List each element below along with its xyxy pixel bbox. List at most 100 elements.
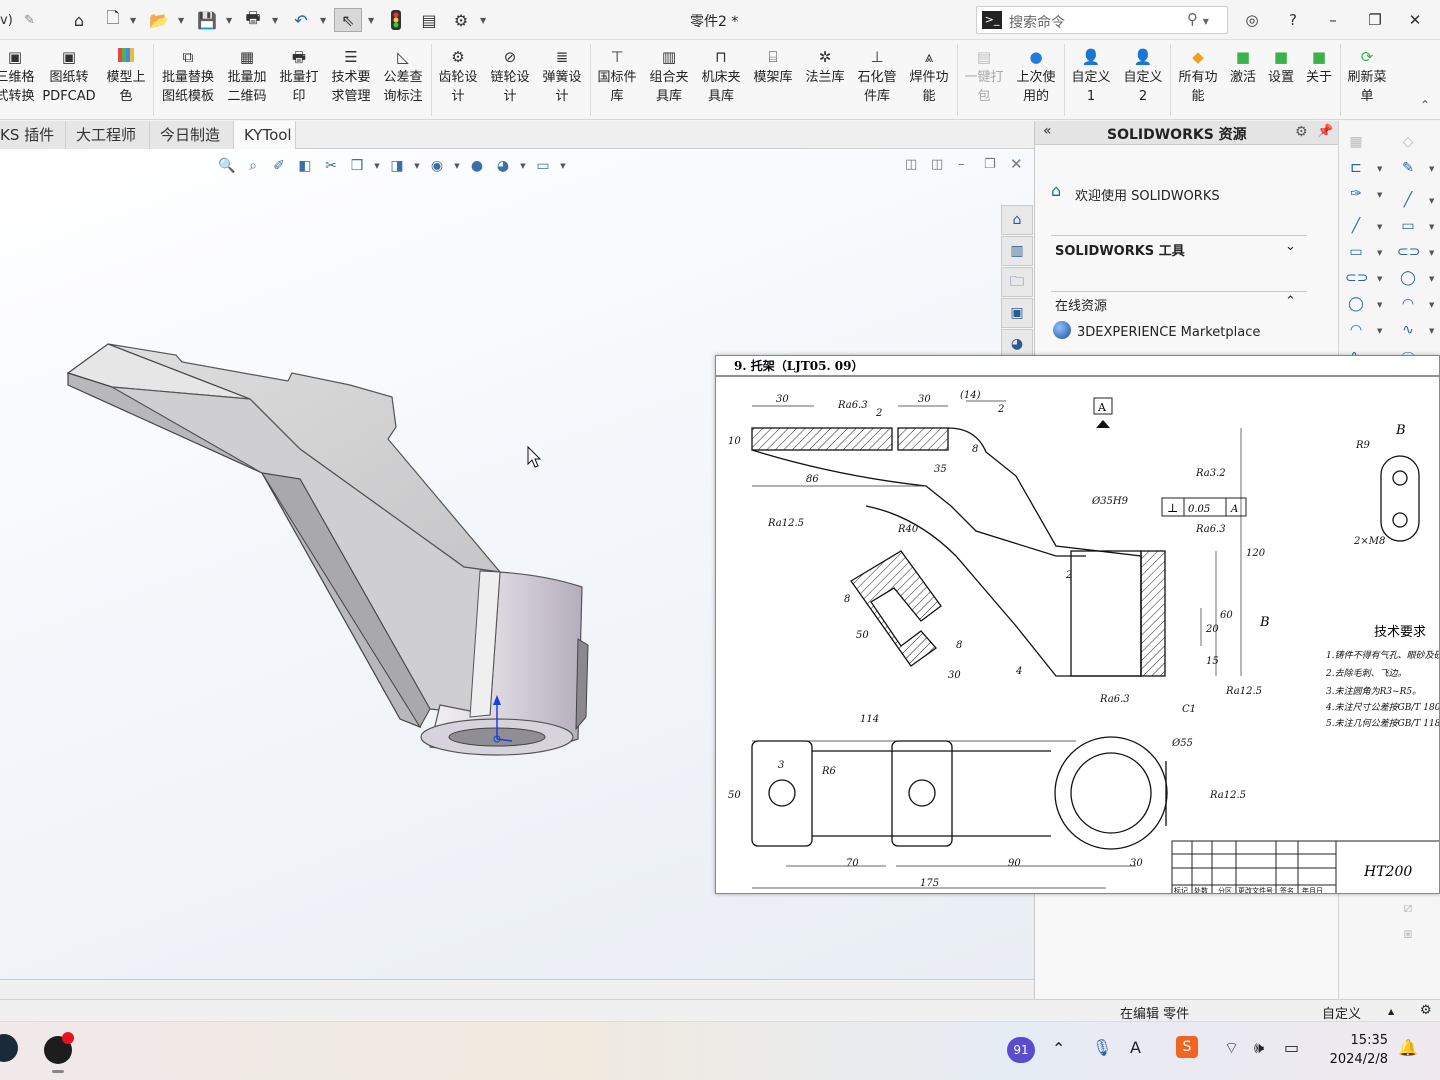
chevron-down-icon[interactable]: ▼ [368,8,374,32]
chevron-down-icon[interactable]: ▼ [1429,223,1434,231]
ribbon-button-all-functions[interactable]: ◆ 所有功能 [1174,46,1222,106]
ribbon-button-mold-base[interactable]: ⌸ 模架库 [748,46,798,87]
ribbon-button-activate[interactable]: ■ 激活 [1224,46,1262,87]
chevron-down-icon[interactable]: ▼ [130,8,136,32]
chevron-down-icon[interactable]: ▼ [1377,223,1382,231]
chevron-up-icon[interactable]: ⌃ [1052,1039,1065,1058]
help-icon[interactable]: ? [1278,8,1308,32]
online-section-header[interactable]: 在线资源 [1055,295,1107,314]
arc-icon[interactable]: ◠ [1345,319,1367,341]
ime-icon[interactable]: A [1130,1038,1141,1057]
horizontal-scrollbar[interactable] [0,979,1034,999]
print-icon[interactable]: 🖶 [242,8,264,32]
spline-icon[interactable]: ∿ [1397,319,1419,341]
ribbon-button-batch-template[interactable]: ⧉ 批量替换 图纸模板 [158,46,218,106]
search-icon[interactable]: ⚲ ▼ [1187,10,1209,28]
ribbon-button-tolerance-query[interactable]: ◺ 公差查 询标注 [378,46,428,106]
chevron-up-icon[interactable]: ⌃ [1285,294,1296,309]
design-library-icon[interactable]: ▥ [1001,236,1033,266]
ribbon-button-gear-design[interactable]: ⚙ 齿轮设计 [434,46,482,106]
chevron-down-icon[interactable]: ▼ [178,8,184,32]
battery-icon[interactable]: ▭ [1284,1038,1299,1057]
tools-section-header[interactable]: SOLIDWORKS 工具 [1055,240,1185,259]
chevron-down-icon[interactable]: ▼ [1377,249,1382,257]
new-file-icon[interactable]: 🗋 [102,8,124,32]
ribbon-button-machine-fixture[interactable]: ⊓ 机床夹 具库 [696,46,746,106]
file-properties-icon[interactable]: ▤ [418,8,440,32]
ribbon-button-batch-qrcode[interactable]: ▦ 批量加 二维码 [222,46,272,106]
traffic-light-icon[interactable] [386,8,406,32]
chevron-down-icon[interactable]: ▼ [1377,301,1382,309]
ribbon-button-custom-1[interactable]: 👤 自定义 1 [1068,46,1114,106]
ribbon-button-refresh-menu[interactable]: ⟳ 刷新菜单 [1344,46,1390,106]
view-palette-icon[interactable]: ▣ [1001,298,1033,328]
trim-icon[interactable]: ✎ [1397,157,1419,179]
chevron-down-icon[interactable]: ▼ [272,8,278,32]
collapse-pane-icon[interactable]: « [1043,123,1052,139]
chevron-down-icon[interactable]: ▼ [1429,249,1434,257]
pattern-icon[interactable]: ⧆ [1397,923,1419,945]
ribbon-button-flange[interactable]: ✲ 法兰库 [800,46,850,87]
marketplace-link[interactable]: 3DEXPERIENCE Marketplace [1077,325,1260,340]
ribbon-button-format-convert[interactable]: ▣ 三维格 式转换 [0,46,36,106]
pin-icon[interactable]: ✎ [24,8,35,32]
chevron-down-icon[interactable]: ▼ [1429,197,1434,205]
home-icon[interactable]: ⌂ [68,8,90,32]
units-custom-status[interactable]: 自定义 [1322,1003,1361,1022]
undo-icon[interactable]: ↶ [290,8,312,32]
chevron-down-icon[interactable]: ▼ [1429,275,1434,283]
welcome-link[interactable]: 欢迎使用 SOLIDWORKS [1075,185,1220,204]
app-badge[interactable]: 91 [1007,1037,1035,1063]
search-command-input[interactable]: >_ 搜索命令 ⚲ ▼ [976,6,1228,34]
offset-icon[interactable]: ✑ [1345,183,1367,205]
chevron-down-icon[interactable]: ▼ [1429,301,1434,309]
home-icon[interactable]: ⌂ [1001,205,1033,235]
chevron-up-icon[interactable]: ▲ [1388,1007,1394,1016]
wps-icon[interactable]: S [1176,1036,1198,1058]
line-tool-icon[interactable]: ╱ [1345,215,1367,237]
chevron-down-icon[interactable]: ▼ [1377,191,1382,199]
rectangle-icon[interactable]: ▭ [1345,241,1367,263]
ribbon-button-about[interactable]: ■ 关于 [1300,46,1338,87]
rebuild-icon[interactable]: ⚙ [1420,1003,1432,1018]
collapse-ribbon-icon[interactable]: ⌃ [1420,98,1430,112]
line-tool-icon[interactable]: ╱ [1397,189,1419,211]
close-button[interactable]: ✕ [1400,8,1430,32]
options-gear-icon[interactable]: ⚙ [450,8,472,32]
restore-button[interactable]: ❐ [1360,8,1390,32]
ribbon-button-pack[interactable]: ▤ 一键打包 [960,46,1008,106]
ribbon-button-model-color[interactable]: 模型上色 [102,46,150,106]
select-pointer-icon[interactable]: ⇖ [334,8,362,32]
ribbon-button-petro-pipe[interactable]: ⊥ 石化管 件库 [852,46,902,106]
ribbon-button-pdfcad[interactable]: ▣ 图纸转 PDFCAD [40,46,98,106]
pin-icon[interactable]: 📌 [1317,124,1333,139]
chevron-down-icon[interactable]: ▼ [226,8,232,32]
ribbon-button-weldment[interactable]: ⩓ 焊件功能 [904,46,954,106]
minimize-button[interactable]: – [1318,8,1348,32]
gear-icon[interactable]: ⚙ [1295,124,1308,140]
system-clock[interactable]: 15:35 2024/2/8 [1322,1031,1388,1069]
file-explorer-icon[interactable]: 🗀 [1001,267,1033,297]
tab-today-manufacturing[interactable]: 今日制造 [150,121,234,149]
chevron-down-icon[interactable]: ▼ [1377,327,1382,335]
ribbon-button-settings[interactable]: ■ 设置 [1262,46,1300,87]
rectangle-icon[interactable]: ▭ [1397,215,1419,237]
chevron-down-icon[interactable]: ▼ [320,8,326,32]
chevron-down-icon[interactable]: ▼ [1429,327,1434,335]
tab-ks-plugin[interactable]: KS 插件 [0,121,66,149]
arc-icon[interactable]: ◠ [1397,293,1419,315]
user-account-icon[interactable]: ◎ [1237,8,1267,32]
ribbon-button-modular-fixture[interactable]: ▥ 组合夹 具库 [644,46,694,106]
ribbon-button-last-used[interactable]: ● 上次使 用的 [1012,46,1060,106]
mirror-icon[interactable]: ⧄ [1397,897,1419,919]
tab-big-engineer[interactable]: 大工程师 [66,121,150,149]
ribbon-button-standard-parts[interactable]: ⊤ 国标件库 [594,46,640,106]
chevron-down-icon[interactable]: ▼ [1377,165,1382,173]
ribbon-button-tech-requirements[interactable]: ☰ 技术要 求管理 [326,46,376,106]
rectangle-tool-icon[interactable]: ⊏ [1345,157,1367,179]
wifi-icon[interactable]: ⌔ [1224,1038,1239,1058]
ribbon-button-custom-2[interactable]: 👤 自定义 2 [1120,46,1166,106]
ribbon-button-spring-design[interactable]: ≣ 弹簧设计 [538,46,586,106]
tab-kytool[interactable]: KYTool [234,121,296,149]
chevron-down-icon[interactable]: ⌄ [1285,239,1296,254]
